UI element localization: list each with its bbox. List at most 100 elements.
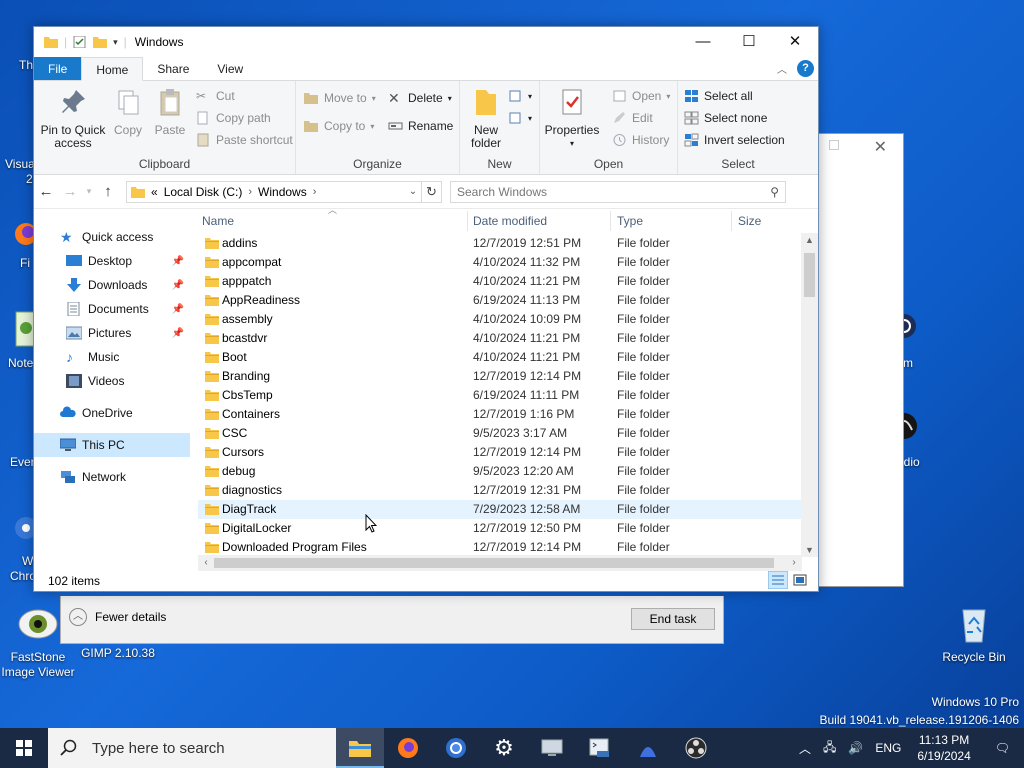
customize-toolbar-icon[interactable]: ▾ <box>113 37 118 48</box>
table-row[interactable]: assembly 4/10/2024 10:09 PM File folder <box>198 310 802 329</box>
copy-button[interactable]: Copy <box>110 87 146 137</box>
desktop-icon-label-partial[interactable]: 2 <box>26 172 33 186</box>
maximize-button[interactable]: ☐ <box>726 27 772 57</box>
search-input[interactable]: Search Windows ⚲ <box>450 180 786 203</box>
chevron-down-icon[interactable]: ⌄ <box>405 186 421 197</box>
easy-access-button[interactable]: ▾ <box>508 111 532 125</box>
nav-documents[interactable]: Documents 📌 <box>34 297 190 321</box>
pin-icon[interactable]: 📌 <box>172 280 184 291</box>
select-all-button[interactable]: Select all <box>684 89 753 103</box>
copy-path-button[interactable]: Copy path <box>196 111 271 125</box>
close-icon[interactable]: ✕ <box>874 137 887 157</box>
desktop-icon-label-partial[interactable]: Ever <box>10 455 35 469</box>
desktop-icon-recycle-bin[interactable]: Recycle Bin <box>936 604 1012 665</box>
breadcrumb-local-disk[interactable]: Local Disk (C:) <box>164 185 243 199</box>
scrollbar-thumb[interactable] <box>804 253 815 297</box>
column-header-size[interactable]: Size <box>738 209 798 233</box>
table-row[interactable]: Cursors 12/7/2019 12:14 PM File folder <box>198 443 802 462</box>
nav-network[interactable]: Network <box>34 465 190 489</box>
back-arrow-icon[interactable]: ← <box>34 183 58 200</box>
table-row[interactable]: apppatch 4/10/2024 11:21 PM File folder <box>198 272 802 291</box>
vertical-scrollbar[interactable]: ▲ ▼ <box>801 233 818 557</box>
file-explorer-window[interactable]: | ▾ | Windows — ☐ ✕ File Home Share View… <box>33 26 819 592</box>
scroll-up-icon[interactable]: ▲ <box>801 235 818 245</box>
background-window[interactable]: ✕ <box>818 133 904 587</box>
help-icon[interactable]: ? <box>797 60 814 77</box>
up-arrow-icon[interactable]: ↑ <box>96 183 120 200</box>
large-icons-view-button[interactable] <box>790 571 810 589</box>
forward-arrow-icon[interactable]: → <box>58 183 82 200</box>
tab-view[interactable]: View <box>203 57 257 80</box>
taskbar-file-explorer[interactable] <box>336 728 384 768</box>
tab-share[interactable]: Share <box>143 57 203 80</box>
chevron-right-icon[interactable]: › <box>313 186 317 198</box>
table-row[interactable]: AppReadiness 6/19/2024 11:13 PM File folde… <box>198 291 802 310</box>
nav-desktop[interactable]: Desktop 📌 <box>34 249 190 273</box>
table-row[interactable]: Branding 12/7/2019 12:14 PM File folder <box>198 367 802 386</box>
rename-button[interactable]: Rename <box>388 119 453 133</box>
desktop-icon-label-partial[interactable]: m <box>903 356 913 370</box>
paste-shortcut-button[interactable]: Paste shortcut <box>196 133 293 147</box>
minimize-button[interactable]: — <box>680 27 726 57</box>
table-row[interactable]: Boot 4/10/2024 11:21 PM File folder <box>198 348 802 367</box>
taskbar-remote-desktop[interactable] <box>528 728 576 768</box>
navigation-pane[interactable]: ★ Quick access Desktop 📌 Downloads 📌 Doc… <box>34 209 194 571</box>
nav-quick-access[interactable]: ★ Quick access <box>34 225 190 249</box>
desktop-icon-label-partial[interactable]: Visua <box>5 157 35 171</box>
tab-home[interactable]: Home <box>81 57 144 81</box>
taskbar-search-box[interactable]: Type here to search <box>48 728 336 768</box>
table-row[interactable]: appcompat 4/10/2024 11:32 PM File folder <box>198 253 802 272</box>
column-separator[interactable] <box>610 211 611 231</box>
nav-downloads[interactable]: Downloads 📌 <box>34 273 190 297</box>
paste-button[interactable]: Paste <box>150 87 190 137</box>
details-view-button[interactable] <box>768 571 788 589</box>
table-row[interactable]: CSC 9/5/2023 3:17 AM File folder <box>198 424 802 443</box>
table-row[interactable]: bcastdvr 4/10/2024 11:21 PM File folder <box>198 329 802 348</box>
scroll-right-icon[interactable]: › <box>786 555 802 571</box>
properties-check-icon[interactable] <box>73 36 87 48</box>
new-folder-button[interactable]: New folder <box>466 87 506 150</box>
pin-icon[interactable]: 📌 <box>172 256 184 267</box>
recent-locations-icon[interactable]: ▾ <box>82 186 96 197</box>
select-none-button[interactable]: Select none <box>684 111 767 125</box>
taskbar-chrome[interactable] <box>432 728 480 768</box>
nav-music[interactable]: ♪ Music <box>34 345 190 369</box>
nav-videos[interactable]: Videos <box>34 369 190 393</box>
speaker-icon[interactable]: 🔊 <box>842 741 869 755</box>
nav-onedrive[interactable]: OneDrive <box>34 401 190 425</box>
invert-selection-button[interactable]: Invert selection <box>684 133 785 147</box>
column-header-type[interactable]: Type <box>617 209 727 233</box>
nav-pictures[interactable]: Pictures 📌 <box>34 321 190 345</box>
refresh-icon[interactable]: ↻ <box>422 180 442 203</box>
language-indicator[interactable]: ENG <box>869 741 907 755</box>
table-row[interactable]: CbsTemp 6/19/2024 11:11 PM File folder <box>198 386 802 405</box>
breadcrumb-overflow[interactable]: « <box>151 185 158 199</box>
taskbar-app-blue[interactable] <box>624 728 672 768</box>
column-separator[interactable] <box>467 211 468 231</box>
clock[interactable]: 11:13 PM 6/19/2024 <box>907 732 980 764</box>
column-separator[interactable] <box>731 211 732 231</box>
edit-button[interactable]: Edit <box>612 111 653 125</box>
desktop-icon-label-partial[interactable]: Th <box>19 58 33 72</box>
scroll-left-icon[interactable]: ‹ <box>198 555 214 571</box>
taskbar-settings[interactable]: ⚙ <box>480 728 528 768</box>
collapse-ribbon-icon[interactable]: ︿ <box>777 61 787 76</box>
scroll-down-icon[interactable]: ▼ <box>801 545 818 555</box>
properties-button[interactable]: Properties ▾ <box>544 87 600 150</box>
table-row[interactable]: DiagTrack 7/29/2023 12:58 AM File folder <box>198 500 802 519</box>
taskbar-obs[interactable] <box>672 728 720 768</box>
copy-to-button[interactable]: Copy to ▾ <box>304 119 374 133</box>
chevron-right-icon[interactable]: › <box>248 186 252 198</box>
end-task-button[interactable]: End task <box>631 608 715 630</box>
taskbar-firefox[interactable] <box>384 728 432 768</box>
address-bar[interactable]: « Local Disk (C:) › Windows › ⌄ <box>126 180 422 203</box>
delete-button[interactable]: ✕ Delete ▾ <box>388 91 452 105</box>
close-button[interactable]: ✕ <box>772 27 818 57</box>
chevron-up-icon[interactable]: ︿ <box>793 740 817 757</box>
column-header-date[interactable]: Date modified <box>473 209 613 233</box>
pin-icon[interactable]: 📌 <box>172 328 184 339</box>
network-icon[interactable]: 🖧 <box>817 738 842 759</box>
fewer-details-button[interactable]: ︿ Fewer details <box>69 608 166 626</box>
breadcrumb-windows[interactable]: Windows <box>258 185 307 199</box>
open-button[interactable]: Open ▾ <box>612 89 670 103</box>
